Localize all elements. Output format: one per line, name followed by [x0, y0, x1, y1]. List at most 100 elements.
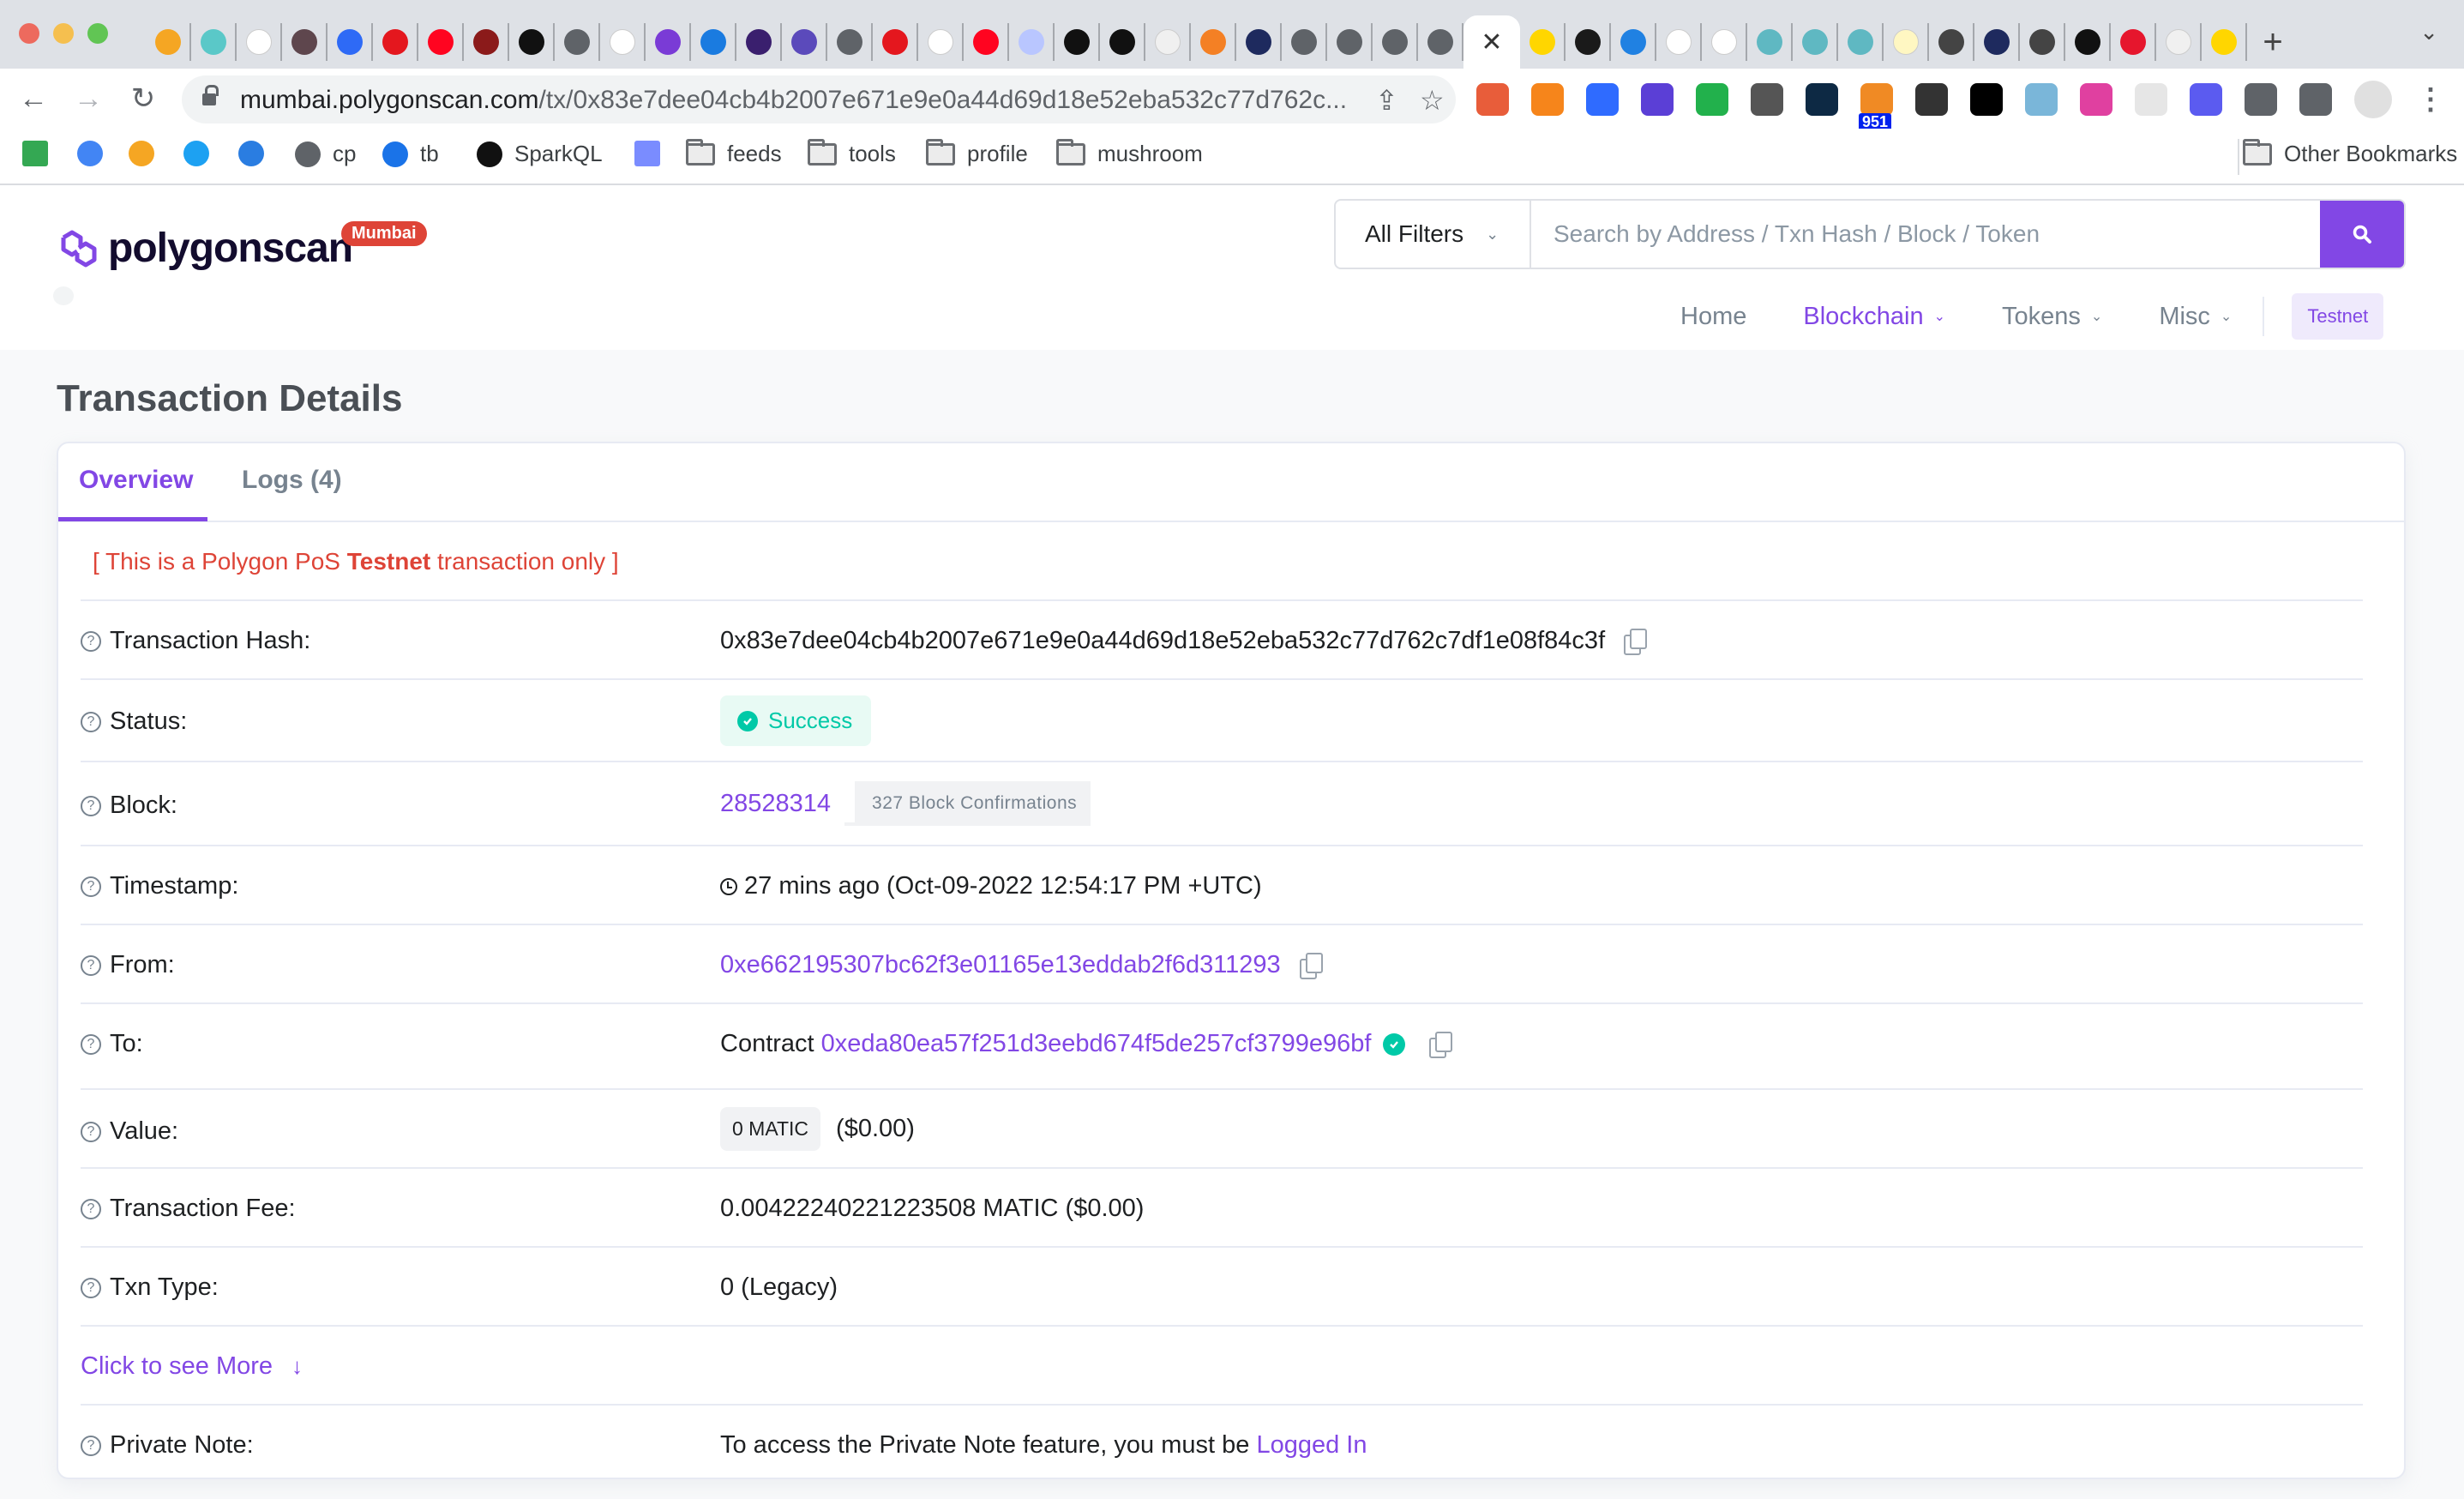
puzzle-extensions-icon[interactable]	[2245, 83, 2277, 116]
url-text[interactable]: mumbai.polygonscan.com/tx/0x83e7dee04cb4…	[240, 86, 1347, 115]
browser-tab[interactable]	[918, 23, 964, 61]
help-icon[interactable]: ?	[81, 876, 101, 897]
search-filter-select[interactable]: All Filters ⌄	[1336, 201, 1531, 268]
help-icon[interactable]: ?	[81, 1435, 101, 1456]
browser-tab[interactable]	[2020, 23, 2065, 61]
bookmark-item[interactable]: feeds	[686, 138, 782, 167]
share-icon[interactable]: ⇪	[1375, 84, 1398, 117]
search-button[interactable]	[2320, 201, 2404, 268]
browser-tab[interactable]	[1929, 23, 1974, 61]
browser-tab[interactable]	[1747, 23, 1793, 61]
browser-tab[interactable]	[1373, 23, 1418, 61]
browser-tab[interactable]	[1145, 23, 1191, 61]
browser-tab[interactable]	[736, 23, 782, 61]
help-icon[interactable]: ?	[81, 795, 101, 816]
browser-tab[interactable]	[555, 23, 600, 61]
browser-tab[interactable]	[1566, 23, 1611, 61]
polygonscan-logo[interactable]: polygonscan	[57, 225, 353, 272]
window-close-button[interactable]	[19, 23, 39, 44]
bookmark-item[interactable]	[77, 141, 115, 166]
bookmark-item[interactable]	[634, 141, 672, 166]
k-extension-icon[interactable]	[1586, 83, 1619, 116]
browser-tab[interactable]	[191, 23, 237, 61]
hexagon-extension-icon[interactable]	[1970, 83, 2003, 116]
see-more-link[interactable]: Click to see More ↓	[81, 1352, 303, 1381]
bookmark-item[interactable]: tb	[382, 141, 439, 167]
tab-search-chevron-icon[interactable]: ⌄	[2419, 19, 2438, 45]
ticket-extension-icon[interactable]	[1751, 83, 1783, 116]
browser-tab[interactable]	[1327, 23, 1373, 61]
browser-tab[interactable]	[1236, 23, 1282, 61]
browser-tab[interactable]	[1656, 23, 1702, 61]
browser-tab[interactable]	[1055, 23, 1100, 61]
browser-tab[interactable]	[1611, 23, 1656, 61]
browser-tab[interactable]	[328, 23, 373, 61]
browser-tab[interactable]	[600, 23, 646, 61]
browser-tab[interactable]	[237, 23, 282, 61]
tab-logs[interactable]: Logs (4)	[242, 466, 342, 495]
help-icon[interactable]: ?	[81, 711, 101, 732]
browser-tab[interactable]	[2065, 23, 2111, 61]
eye-extension-icon[interactable]	[2025, 83, 2058, 116]
camera-extension-icon[interactable]	[2080, 83, 2112, 116]
help-icon[interactable]: ?	[81, 630, 101, 652]
bookmark-item[interactable]	[238, 141, 276, 166]
help-icon[interactable]: ?	[81, 1033, 101, 1055]
browser-tab[interactable]	[1520, 23, 1566, 61]
browser-tab[interactable]	[873, 23, 918, 61]
metamask-icon[interactable]	[1531, 83, 1564, 116]
nav-blockchain[interactable]: Blockchain ⌄	[1803, 303, 1945, 331]
browser-tab[interactable]	[509, 23, 555, 61]
bookmark-item[interactable]: mushroom	[1056, 138, 1203, 167]
active-tab[interactable]: ✕	[1463, 15, 1520, 69]
browser-tab[interactable]	[1884, 23, 1929, 61]
reload-button[interactable]: ↻	[125, 81, 161, 117]
help-icon[interactable]: ?	[81, 1121, 101, 1142]
window-minimize-button[interactable]	[53, 23, 74, 44]
browser-tab[interactable]	[964, 23, 1009, 61]
other-bookmarks[interactable]: Other Bookmarks	[2243, 138, 2457, 167]
to-contract-link[interactable]: 0xeda80ea57f251d3eebd674f5de257cf3799e96…	[821, 1030, 1372, 1058]
browser-tab[interactable]	[691, 23, 736, 61]
window-zoom-button[interactable]	[87, 23, 108, 44]
t-shield-extension-icon[interactable]	[1696, 83, 1728, 116]
browser-tab[interactable]	[464, 23, 509, 61]
kebab-menu-icon[interactable]: ⋮	[2414, 83, 2447, 116]
rss-extension-icon[interactable]: 951	[1859, 83, 1893, 131]
browser-tab[interactable]	[1974, 23, 2020, 61]
bookmark-item[interactable]: cp	[295, 141, 356, 167]
bookmark-item[interactable]: profile	[926, 138, 1028, 167]
bookmark-item[interactable]	[22, 141, 60, 166]
help-icon[interactable]: ?	[81, 1277, 101, 1298]
bookmark-item[interactable]: tools	[808, 138, 896, 167]
help-icon[interactable]: ?	[81, 1198, 101, 1219]
browser-tab[interactable]	[1793, 23, 1838, 61]
nav-tokens[interactable]: Tokens ⌄	[2002, 303, 2102, 331]
browser-tab[interactable]	[2111, 23, 2156, 61]
profile-avatar[interactable]	[2354, 81, 2392, 118]
lock-icon[interactable]	[202, 85, 219, 107]
copy-icon[interactable]	[1624, 628, 1648, 655]
browser-tab[interactable]	[373, 23, 418, 61]
forward-button[interactable]: →	[70, 81, 106, 117]
browser-tab[interactable]	[1838, 23, 1884, 61]
browser-tab[interactable]	[646, 23, 691, 61]
tab-overview[interactable]: Overview	[79, 466, 193, 495]
ghost-extension-icon[interactable]	[1641, 83, 1674, 116]
browser-tab[interactable]	[2156, 23, 2202, 61]
from-address-link[interactable]: 0xe662195307bc62f3e01165e13eddab2f6d3112…	[720, 951, 1281, 979]
browser-tab[interactable]	[1191, 23, 1236, 61]
browser-tab[interactable]	[282, 23, 328, 61]
share-hex-extension-icon[interactable]	[1806, 83, 1838, 116]
tab-close-icon[interactable]: ✕	[1481, 27, 1502, 57]
bookmark-item[interactable]: SparkQL	[477, 141, 603, 167]
network-switch-button[interactable]: Testnet	[2292, 293, 2384, 340]
browser-tab[interactable]	[2202, 23, 2247, 61]
block-number-link[interactable]: 28528314	[720, 790, 831, 818]
bookmark-item[interactable]	[129, 141, 166, 166]
nav-home[interactable]: Home	[1680, 303, 1746, 331]
help-icon[interactable]: ?	[81, 954, 101, 976]
search-input[interactable]	[1531, 201, 2320, 268]
browser-tab[interactable]	[1702, 23, 1747, 61]
record-extension-icon[interactable]	[1915, 83, 1948, 116]
